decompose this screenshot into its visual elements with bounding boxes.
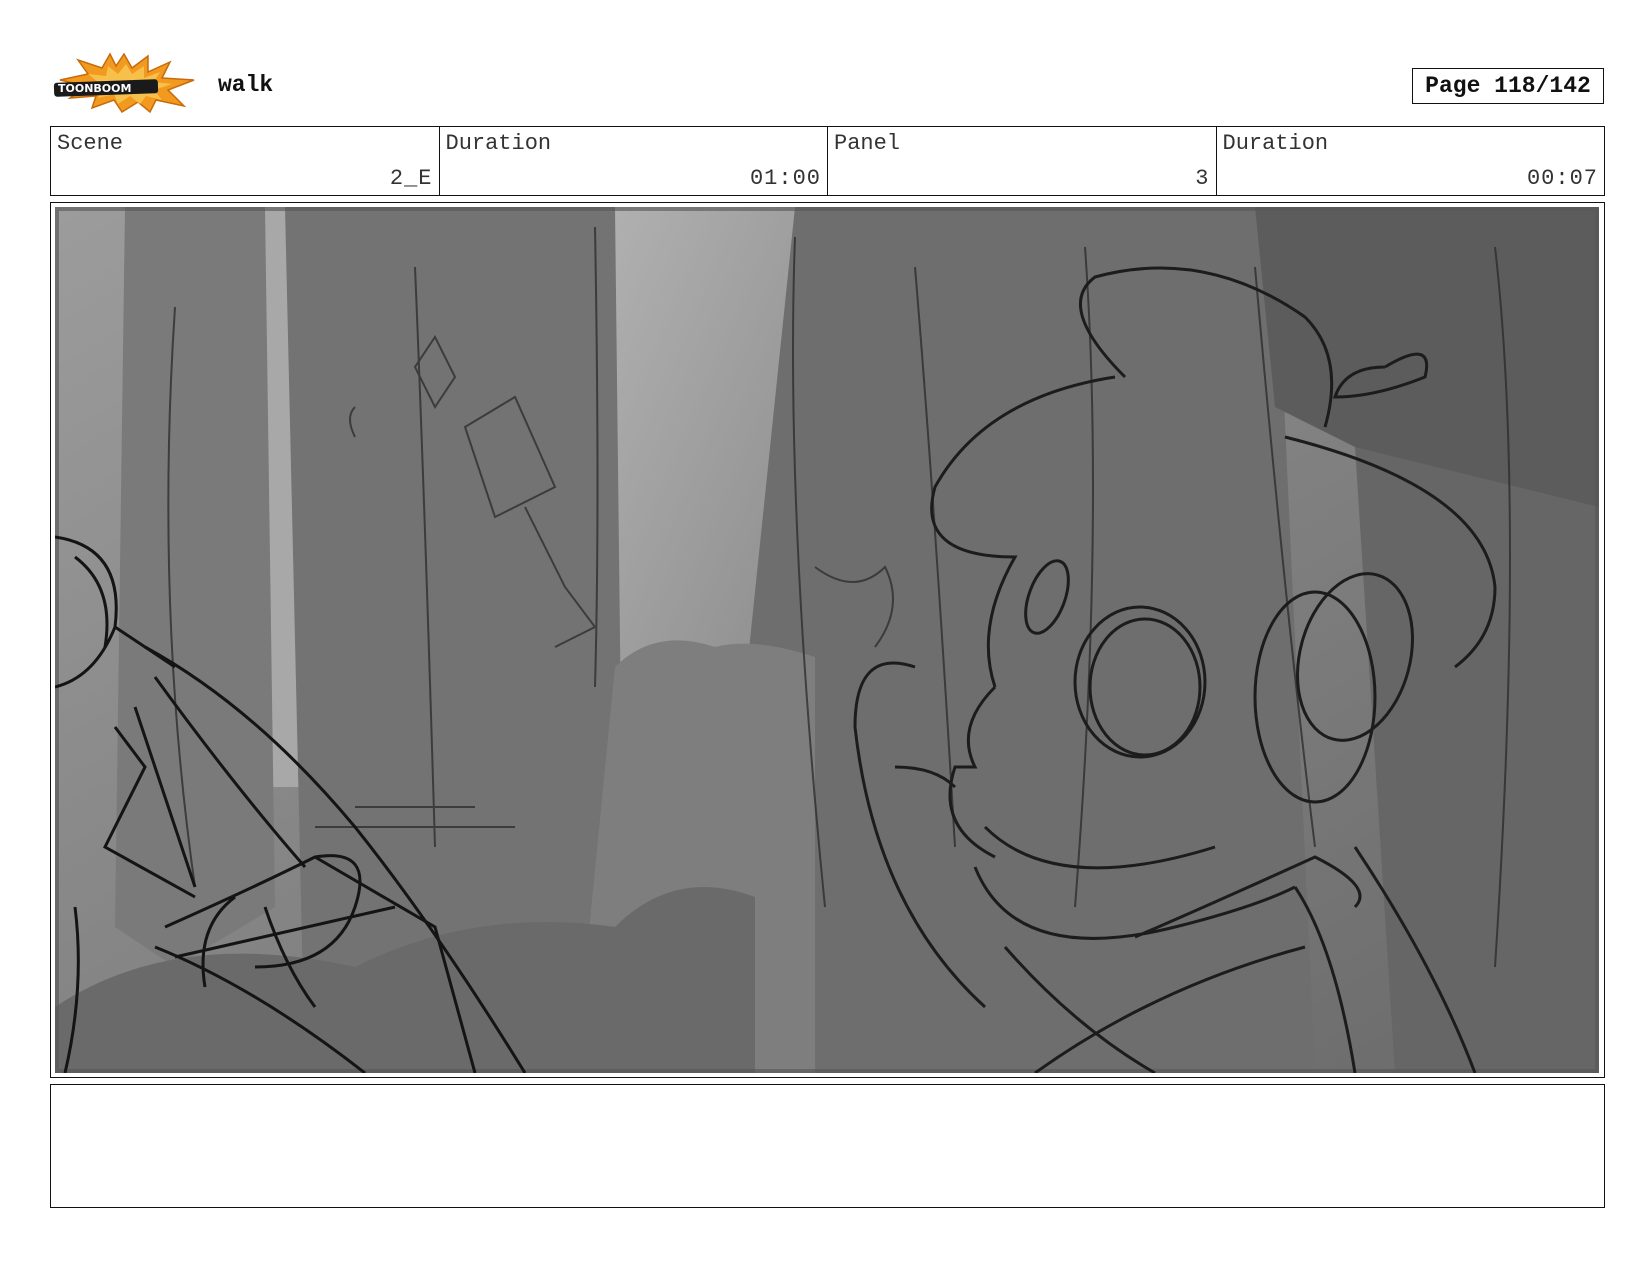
storyboard-panel: [50, 202, 1605, 1078]
info-bar: Scene 2_E Duration 01:00 Panel 3 Duratio…: [50, 126, 1605, 196]
scene-duration-value: 01:00: [749, 166, 821, 191]
panel-label: Panel: [834, 131, 901, 156]
scene-duration-cell: Duration 01:00: [440, 127, 828, 195]
document-title: walk: [218, 72, 274, 98]
logo-text: TOONBOOM: [58, 82, 131, 95]
panel-cell: Panel 3: [828, 127, 1217, 195]
panel-duration-label: Duration: [1222, 131, 1329, 156]
panel-duration-cell: Duration 00:07: [1217, 127, 1605, 195]
page-number: Page 118/142: [1412, 68, 1604, 104]
panel-sketch-image: [55, 207, 1599, 1073]
toonboom-logo: TOONBOOM: [52, 52, 198, 114]
panel-value: 3: [1195, 166, 1210, 191]
scene-cell: Scene 2_E: [51, 127, 440, 195]
panel-duration-value: 00:07: [1526, 166, 1598, 191]
scene-value: 2_E: [389, 166, 433, 191]
scene-duration-label: Duration: [445, 131, 552, 156]
scene-label: Scene: [57, 131, 124, 156]
notes-box: [50, 1084, 1605, 1208]
